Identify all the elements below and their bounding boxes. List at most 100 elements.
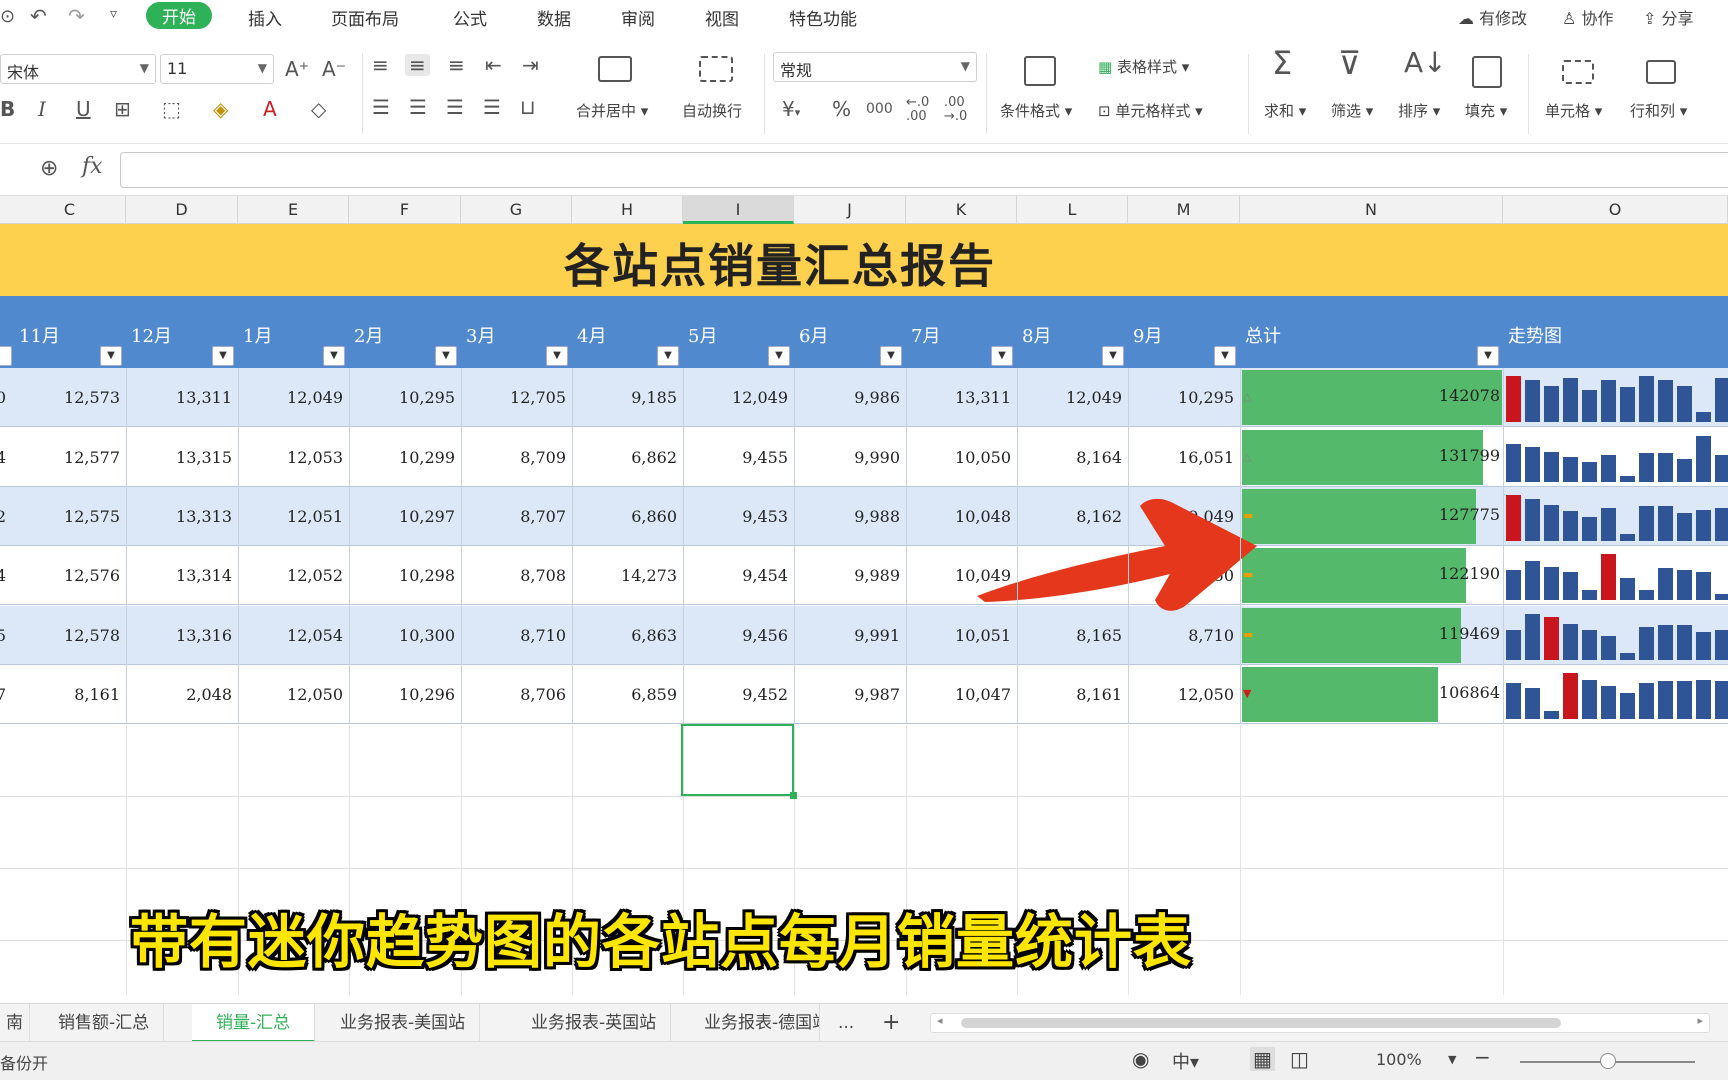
- cell-value[interactable]: 13,311: [126, 368, 238, 427]
- cell-value[interactable]: 9,452: [683, 665, 794, 724]
- cell-value[interactable]: 6,859: [572, 665, 683, 724]
- fill-color-icon[interactable]: ◈: [213, 98, 228, 120]
- menu-review[interactable]: 审阅: [621, 5, 655, 30]
- cell-value[interactable]: 12,705: [461, 368, 572, 427]
- cell-value[interactable]: 12,052: [238, 546, 349, 605]
- cell-value[interactable]: 12,054: [238, 606, 349, 665]
- cell-value[interactable]: 16,051: [1128, 428, 1240, 487]
- percent-icon[interactable]: %: [832, 98, 851, 120]
- cell-value[interactable]: 8,161: [1017, 665, 1128, 724]
- formula-input[interactable]: [120, 152, 1728, 188]
- row-col-button[interactable]: 行和列 ▾: [1630, 100, 1687, 121]
- conditional-format-icon[interactable]: [1024, 56, 1056, 86]
- cell-value[interactable]: 12,049: [1017, 368, 1128, 427]
- increase-font-icon[interactable]: A⁺: [285, 58, 309, 80]
- total-value[interactable]: 119469: [1330, 624, 1500, 643]
- filter-dropdown-icon[interactable]: ▼: [435, 346, 457, 366]
- tab-report-us[interactable]: 业务报表-美国站: [326, 1004, 481, 1042]
- menu-data[interactable]: 数据: [537, 5, 571, 30]
- cell-value[interactable]: 12,049: [238, 368, 349, 427]
- cell-icon[interactable]: [1562, 60, 1594, 84]
- increase-indent-icon[interactable]: ⇥: [522, 54, 539, 76]
- cell-value[interactable]: 9,988: [794, 487, 906, 546]
- wrap-text-button[interactable]: 自动换行: [682, 100, 742, 121]
- horizontal-scrollbar[interactable]: ◂ ▸: [930, 1013, 1710, 1033]
- column-header-l[interactable]: L: [1017, 196, 1128, 224]
- align-top-icon[interactable]: ≡: [372, 54, 389, 76]
- align-left-icon[interactable]: ☰: [372, 96, 390, 118]
- thousands-icon[interactable]: 000: [866, 98, 893, 120]
- total-value[interactable]: 131799: [1330, 446, 1500, 465]
- cell-value[interactable]: 12,573: [14, 368, 126, 427]
- underline-icon[interactable]: U: [76, 98, 91, 120]
- filter-dropdown-icon[interactable]: ▼: [100, 346, 122, 366]
- fill-handle[interactable]: [790, 792, 797, 799]
- cell-value[interactable]: 13,313: [126, 487, 238, 546]
- cell-value[interactable]: 12,051: [238, 487, 349, 546]
- cell-value[interactable]: 10,295: [349, 368, 461, 427]
- cell-value[interactable]: 9,454: [683, 546, 794, 605]
- input-method-icon[interactable]: 中▾: [1172, 1048, 1199, 1074]
- menu-page-layout[interactable]: 页面布局: [331, 5, 399, 30]
- cell-value[interactable]: 10,295: [1128, 368, 1240, 427]
- quick-access-dropdown-icon[interactable]: ▿: [110, 6, 117, 22]
- fx-icon[interactable]: fx: [82, 154, 103, 179]
- filter-dropdown-icon[interactable]: ▼: [1477, 346, 1499, 366]
- total-value[interactable]: 127775: [1330, 505, 1500, 524]
- cell-value[interactable]: 10,047: [906, 665, 1017, 724]
- cell-prefix[interactable]: 5: [0, 606, 8, 665]
- total-value[interactable]: 142078: [1330, 386, 1500, 405]
- column-header-f[interactable]: F: [349, 196, 461, 224]
- cell-style-button[interactable]: ⊡ 单元格样式 ▾: [1098, 100, 1203, 121]
- cell-value[interactable]: 12,578: [14, 606, 126, 665]
- scroll-left-icon[interactable]: ◂: [937, 1014, 943, 1027]
- cell-value[interactable]: 10,299: [349, 428, 461, 487]
- cell-value[interactable]: 9,991: [794, 606, 906, 665]
- cell-value[interactable]: 8,709: [461, 428, 572, 487]
- sum-button[interactable]: 求和 ▾: [1264, 100, 1306, 121]
- cell-value[interactable]: 13,315: [126, 428, 238, 487]
- cell-value[interactable]: 8,707: [461, 487, 572, 546]
- column-header-c[interactable]: C: [14, 196, 126, 224]
- bold-icon[interactable]: B: [0, 98, 15, 120]
- column-header-o[interactable]: O: [1503, 196, 1728, 224]
- column-header-j[interactable]: J: [794, 196, 906, 224]
- cell-value[interactable]: 8,161: [14, 665, 126, 724]
- cell-value[interactable]: 12,050: [1128, 665, 1240, 724]
- cell-prefix[interactable]: 7: [0, 665, 8, 724]
- menu-view[interactable]: 视图: [705, 5, 739, 30]
- border-icon[interactable]: ⊞: [114, 98, 131, 120]
- zoom-slider-thumb[interactable]: [1600, 1053, 1616, 1069]
- column-header-g[interactable]: G: [461, 196, 572, 224]
- merge-center-button[interactable]: 合并居中 ▾: [576, 100, 648, 121]
- scroll-right-icon[interactable]: ▸: [1697, 1014, 1703, 1027]
- more-tabs-button[interactable]: ...: [824, 1004, 868, 1042]
- font-size-select[interactable]: 11 ▼: [160, 54, 274, 84]
- cell-value[interactable]: 10,050: [906, 428, 1017, 487]
- share-button[interactable]: ⇪ 分享: [1643, 5, 1694, 29]
- menu-start[interactable]: 开始: [146, 2, 212, 29]
- cell-value[interactable]: 8,708: [461, 546, 572, 605]
- tab-guide[interactable]: 南: [0, 1004, 30, 1042]
- redo-icon[interactable]: ↷: [68, 4, 85, 28]
- fill-icon[interactable]: [1472, 56, 1502, 88]
- filter-dropdown-icon[interactable]: ▼: [880, 346, 902, 366]
- cell-value[interactable]: 9,453: [683, 487, 794, 546]
- align-middle-icon[interactable]: ≡: [405, 54, 430, 76]
- filter-dropdown-icon[interactable]: ▼: [657, 346, 679, 366]
- cell-value[interactable]: 13,311: [906, 368, 1017, 427]
- filter-dropdown-icon[interactable]: ▼: [1102, 346, 1124, 366]
- sort-button[interactable]: 排序 ▾: [1398, 100, 1440, 121]
- cell-prefix[interactable]: 0: [0, 368, 8, 427]
- zoom-out-icon[interactable]: −: [1474, 1045, 1491, 1069]
- cell-value[interactable]: 10,297: [349, 487, 461, 546]
- cell-value[interactable]: 13,314: [126, 546, 238, 605]
- menu-insert[interactable]: 插入: [248, 5, 282, 30]
- cell-value[interactable]: 9,989: [794, 546, 906, 605]
- filter-dropdown-icon[interactable]: [0, 346, 12, 366]
- total-value[interactable]: 122190: [1330, 564, 1500, 583]
- cell-value[interactable]: 8,710: [461, 606, 572, 665]
- sheet-title[interactable]: 各站点销量汇总报告: [0, 230, 1560, 296]
- cell-value[interactable]: 13,316: [126, 606, 238, 665]
- eye-protect-icon[interactable]: ◉: [1132, 1047, 1149, 1071]
